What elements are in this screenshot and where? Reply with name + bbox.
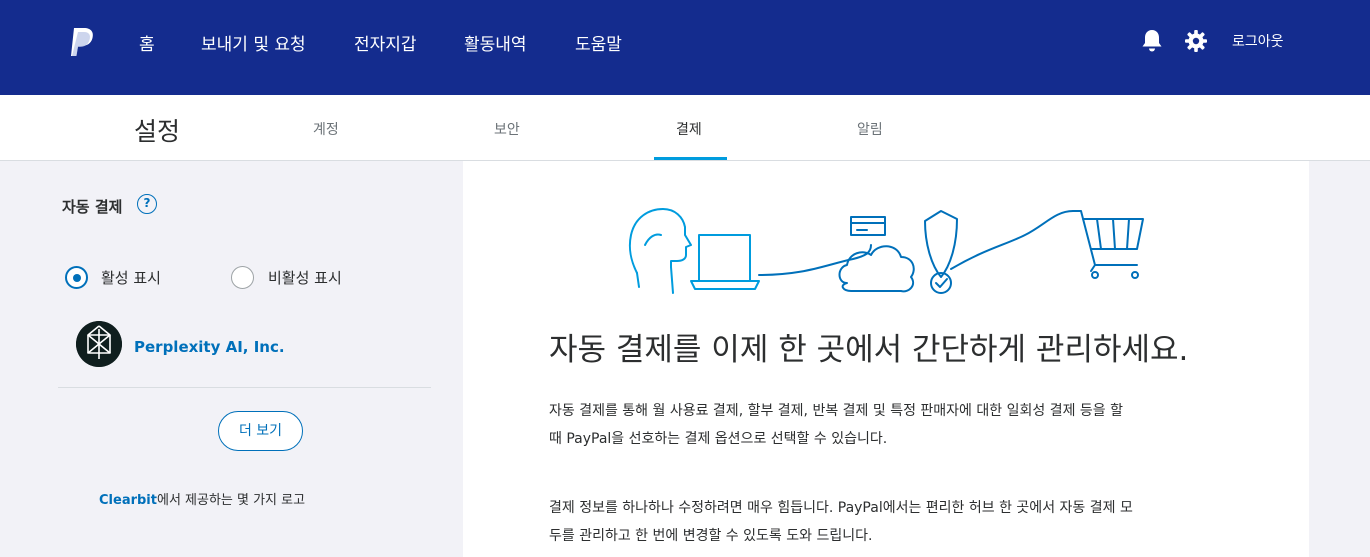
more-button[interactable]: 더 보기	[218, 411, 303, 451]
nav-send-request[interactable]: 보내기 및 요청	[201, 30, 306, 55]
radio-active-label[interactable]: 활성 표시	[101, 267, 161, 288]
radio-inactive[interactable]	[231, 266, 254, 289]
intro-paragraph-1: 자동 결제를 통해 월 사용료 결제, 할부 결제, 반복 결제 및 특정 판매…	[549, 397, 1229, 453]
paypal-logo[interactable]	[68, 26, 98, 58]
intro-paragraph-1-line-1: 자동 결제를 통해 월 사용료 결제, 할부 결제, 반복 결제 및 특정 판매…	[549, 403, 1123, 419]
tab-account[interactable]: 계정	[313, 119, 339, 139]
clearbit-link[interactable]: Clearbit	[99, 493, 157, 508]
intro-paragraph-2-line-2: 두를 관리하고 한 번에 변경할 수 있도록 도와 드립니다.	[549, 528, 873, 544]
clearbit-text: 에서 제공하는 몇 가지 로고	[156, 493, 306, 508]
headline: 자동 결제를 이제 한 곳에서 간단하게 관리하세요.	[549, 332, 1189, 368]
main-content-card: 자동 결제를 이제 한 곳에서 간단하게 관리하세요. 자동 결제를 통해 월 …	[463, 161, 1309, 557]
nav-wallet[interactable]: 전자지갑	[354, 30, 417, 55]
nav-activity[interactable]: 활동내역	[464, 30, 527, 55]
tab-security[interactable]: 보안	[494, 119, 520, 139]
merchant-logo[interactable]	[76, 321, 122, 367]
section-title: 자동 결제	[62, 198, 123, 216]
bell-icon[interactable]	[1140, 28, 1164, 54]
intro-paragraph-2: 결제 정보를 하나하나 수정하려면 매우 힘듭니다. PayPal에서는 편리한…	[549, 494, 1229, 550]
tab-payments[interactable]: 결제	[676, 119, 702, 139]
page-title: 설정	[134, 117, 181, 146]
active-tab-indicator	[654, 157, 727, 160]
gear-icon[interactable]	[1184, 28, 1208, 54]
top-navigation-bar: 홈 보내기 및 요청 전자지갑 활동내역 도움말 로그아웃	[0, 0, 1370, 95]
help-icon[interactable]: ?	[137, 194, 157, 214]
nav-home[interactable]: 홈	[139, 30, 155, 55]
clearbit-attribution: Clearbit에서 제공하는 몇 가지 로고	[99, 489, 305, 508]
settings-subnav: 설정 계정 보안 결제 알림	[0, 95, 1370, 161]
intro-paragraph-1-line-2: 때 PayPal을 선호하는 결제 옵션으로 선택할 수 있습니다.	[549, 431, 888, 447]
automatic-payments-illustration	[628, 208, 1144, 294]
radio-inactive-label[interactable]: 비활성 표시	[268, 267, 342, 288]
logout-link[interactable]: 로그아웃	[1232, 31, 1284, 51]
nav-help[interactable]: 도움말	[575, 30, 622, 55]
intro-paragraph-2-line-1: 결제 정보를 하나하나 수정하려면 매우 힘듭니다. PayPal에서는 편리한…	[549, 500, 1133, 516]
radio-active[interactable]	[65, 266, 88, 289]
automatic-payments-sidebar: 자동 결제 ? 활성 표시 비활성 표시 Perplexity AI, Inc.…	[0, 161, 463, 557]
divider	[58, 387, 431, 388]
merchant-name[interactable]: Perplexity AI, Inc.	[134, 338, 285, 356]
tab-notifications[interactable]: 알림	[857, 119, 883, 139]
